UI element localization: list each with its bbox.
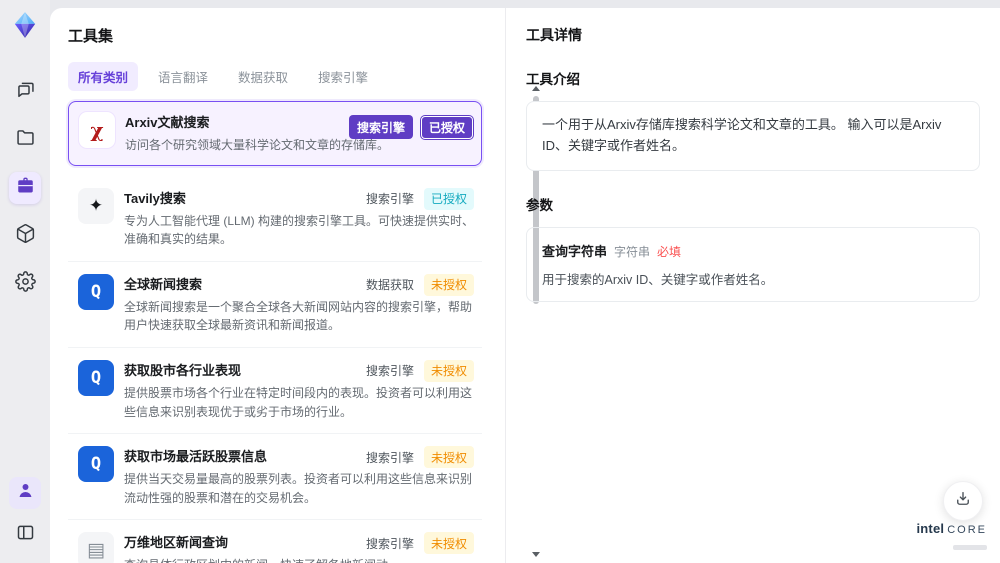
tool-badges: 搜索引擎 未授权	[364, 359, 474, 382]
detail-title: 工具详情	[526, 27, 582, 43]
brand-subtext	[953, 545, 987, 551]
download-button[interactable]	[943, 481, 983, 521]
sidebar-bottom	[9, 477, 41, 551]
tool-badges: 搜索引擎 未授权	[364, 446, 474, 469]
param-type: 字符串	[614, 244, 651, 259]
tool-category-badge: 搜索引擎	[365, 192, 414, 207]
tool-list: χ Arxiv文献搜索 访问各个研究领域大量科学论文和文章的存储库。 搜索引擎 …	[68, 101, 482, 563]
tool-description: 提供当天交易量最高的股票列表。投资者可以利用这些信息来识别流动性强的股票和潜在的…	[124, 472, 473, 505]
cube-icon	[15, 223, 36, 249]
tool-category-badge: 搜索引擎	[365, 364, 414, 379]
tool-card[interactable]: Q 获取市场最活跃股票信息 提供当天交易量最高的股票列表。投资者可以利用这些信息…	[68, 434, 482, 521]
tool-icon: Q	[78, 446, 114, 483]
sidebar-item-packages[interactable]	[9, 220, 41, 252]
gear-icon	[14, 271, 36, 297]
category-tab[interactable]: 搜索引擎	[308, 62, 378, 91]
tool-card[interactable]: ✦ Tavily搜索 专为人工智能代理 (LLM) 构建的搜索引擎工具。可快速提…	[68, 175, 482, 262]
sidebar-item-settings[interactable]	[9, 268, 41, 300]
tool-auth-badge: 未授权	[423, 532, 474, 555]
brand-secondary: CORE	[947, 523, 987, 536]
tool-auth-badge: 未授权	[423, 273, 474, 296]
tool-description: 提供股票市场各个行业在特定时间段内的表现。投资者可以利用这些信息来识别表现优于或…	[124, 385, 473, 419]
tool-auth-badge: 已授权	[420, 115, 473, 139]
folder-icon	[15, 127, 36, 153]
tool-category-badge: 搜索引擎	[365, 536, 414, 551]
tool-category-badge: 搜索引擎	[365, 450, 414, 465]
download-icon	[954, 490, 972, 513]
tool-badges: 搜索引擎 已授权	[348, 115, 473, 139]
tool-description: 全球新闻搜索是一个聚合全球各大新闻网站内容的搜索引擎，帮助用户快速获取全球最新资…	[124, 299, 473, 333]
category-tab[interactable]: 数据获取	[228, 62, 298, 91]
tool-icon: χ	[79, 112, 115, 148]
tool-description: 查询具体行政区划内的新闻，快速了解各地新闻动	[124, 556, 474, 563]
param-name: 查询字符串	[542, 243, 608, 259]
user-icon	[15, 480, 36, 506]
intro-text: 一个用于从Arxiv存储库搜索科学论文和文章的工具。 输入可以是Arxiv ID…	[542, 117, 942, 153]
tool-badges: 搜索引擎 未授权	[364, 532, 474, 555]
tool-card[interactable]: ▤ 万维地区新闻查询 查询具体行政区划内的新闻，快速了解各地新闻动 搜索引擎 未…	[68, 520, 482, 563]
briefcase-icon	[15, 175, 36, 201]
param-card: 查询字符串 字符串 必填 用于搜索的Arxiv ID、关键字或作者姓名。	[526, 226, 980, 302]
tool-category-badge: 搜索引擎	[348, 115, 413, 139]
tool-card[interactable]: Q 全球新闻搜索 全球新闻搜索是一个聚合全球各大新闻网站内容的搜索引擎，帮助用户…	[68, 261, 482, 348]
intel-core-logo: intel CORE	[916, 520, 987, 555]
tool-badges: 搜索引擎 已授权	[364, 187, 474, 210]
page-title: 工具集	[68, 28, 114, 45]
tool-icon: Q	[78, 359, 114, 396]
params-heading: 参数	[526, 197, 553, 213]
tool-icon: ✦	[78, 187, 114, 224]
tool-detail-section: 工具详情 工具介绍 一个用于从Arxiv存储库搜索科学论文和文章的工具。 输入可…	[505, 8, 1000, 563]
content-panel: 工具集 所有类别 语言翻译 数据获取 搜索引擎 χ Arxiv文献搜索 访问各个研究领…	[50, 8, 1000, 563]
sidebar-item-panel-toggle[interactable]	[9, 519, 41, 551]
category-tabs: 所有类别 语言翻译 数据获取 搜索引擎	[68, 62, 510, 91]
sidebar-item-chat[interactable]	[9, 76, 41, 108]
intro-heading: 工具介绍	[526, 72, 580, 87]
tool-auth-badge: 未授权	[423, 359, 474, 382]
intro-text-box: 一个用于从Arxiv存储库搜索科学论文和文章的工具。 输入可以是Arxiv ID…	[526, 101, 980, 171]
sidebar-nav	[9, 76, 41, 300]
tool-category-badge: 数据获取	[365, 278, 414, 293]
tool-collection-section: 工具集 所有类别 语言翻译 数据获取 搜索引擎 χ Arxiv文献搜索 访问各个研究领…	[68, 8, 510, 563]
sidebar-item-files[interactable]	[9, 124, 41, 156]
category-tab[interactable]: 所有类别	[68, 62, 139, 91]
tool-badges: 数据获取 未授权	[364, 273, 474, 296]
tool-card[interactable]: χ Arxiv文献搜索 访问各个研究领域大量科学论文和文章的存储库。 搜索引擎 …	[68, 101, 482, 166]
category-tab[interactable]: 语言翻译	[148, 62, 218, 91]
tool-description: 专为人工智能代理 (LLM) 构建的搜索引擎工具。可快速提供实时、准确和真实的结…	[124, 213, 475, 247]
brand-primary: intel	[916, 520, 945, 536]
panel-icon	[15, 522, 36, 548]
tool-icon: ▤	[78, 532, 114, 563]
app-sidebar	[0, 0, 50, 563]
chat-icon	[15, 79, 36, 105]
tool-auth-badge: 未授权	[423, 446, 474, 469]
tool-auth-badge: 已授权	[423, 187, 474, 210]
app-logo-icon	[8, 8, 42, 42]
tool-card[interactable]: Q 获取股市各行业表现 提供股票市场各个行业在特定时间段内的表现。投资者可以利用…	[68, 347, 482, 435]
tool-icon: Q	[78, 273, 114, 310]
sidebar-item-tools[interactable]	[9, 172, 41, 204]
param-description: 用于搜索的Arxiv ID、关键字或作者姓名。	[542, 272, 774, 287]
param-required-badge: 必填	[657, 244, 682, 259]
sidebar-item-profile[interactable]	[9, 477, 41, 509]
